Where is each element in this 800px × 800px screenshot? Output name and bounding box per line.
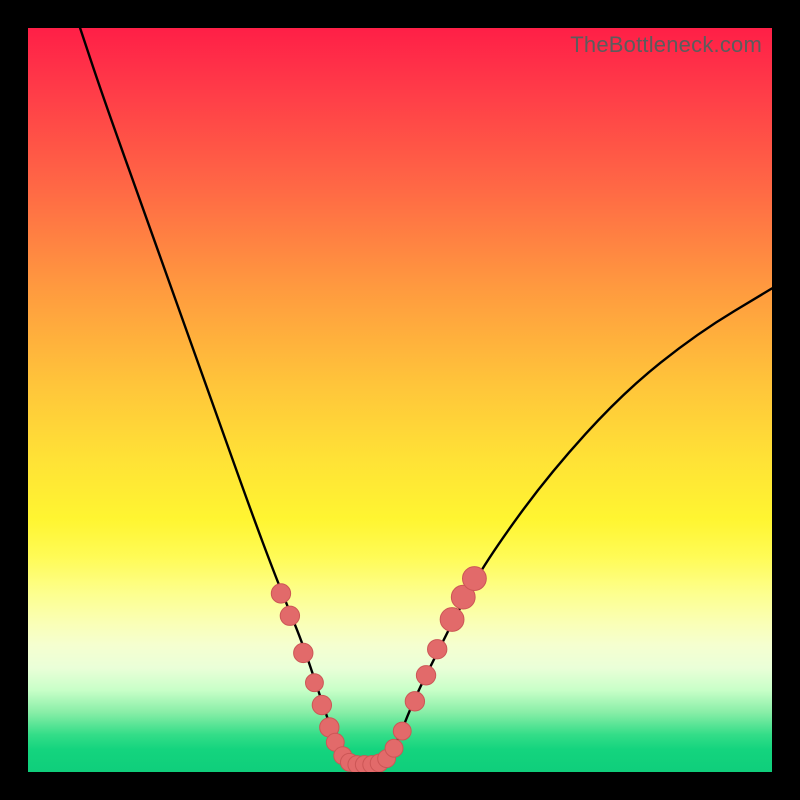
curve-marker (428, 640, 447, 659)
curve-svg (28, 28, 772, 772)
curve-marker (306, 674, 324, 692)
bottleneck-curve (80, 28, 772, 765)
curve-marker (440, 608, 464, 632)
curve-marker (280, 606, 299, 625)
chart-frame: TheBottleneck.com (0, 0, 800, 800)
curve-markers (271, 567, 486, 772)
curve-marker (312, 695, 331, 714)
curve-marker (405, 692, 424, 711)
curve-marker (385, 739, 403, 757)
curve-marker (416, 666, 435, 685)
curve-marker (393, 722, 411, 740)
curve-marker (271, 584, 290, 603)
plot-area: TheBottleneck.com (28, 28, 772, 772)
curve-marker (463, 567, 487, 591)
curve-marker (294, 643, 313, 662)
